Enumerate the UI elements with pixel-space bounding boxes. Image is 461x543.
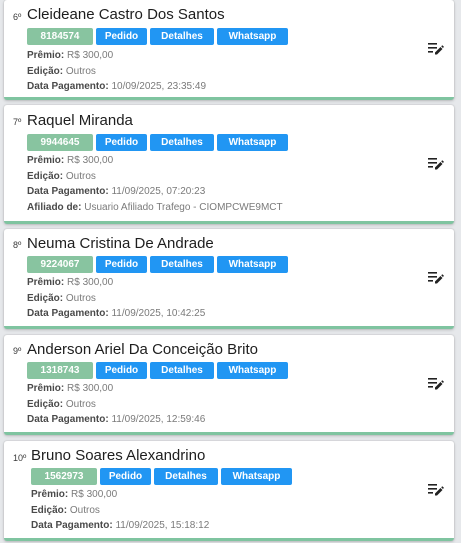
winner-info: Prêmio: R$ 300,00 Edição: Outros Data Pa…	[27, 381, 205, 428]
rank-label: 6º	[13, 12, 22, 22]
edicao-row: Edição: Outros	[31, 503, 209, 519]
detalhes-button[interactable]: Detalhes	[150, 134, 214, 151]
data-pagamento-value: 11/09/2025, 07:20:23	[111, 186, 206, 197]
rank-label: 10º	[13, 453, 27, 463]
order-code-badge: 8184574	[27, 28, 93, 45]
data-pagamento-row: Data Pagamento: 11/09/2025, 15:18:12	[31, 518, 209, 534]
premio-value: R$ 300,00	[67, 383, 114, 394]
detalhes-button[interactable]: Detalhes	[150, 362, 214, 379]
data-pagamento-row: Data Pagamento: 11/09/2025, 07:20:23	[27, 184, 283, 200]
winner-name: Cleideane Castro Dos Santos	[27, 6, 225, 23]
whatsapp-button[interactable]: Whatsapp	[217, 256, 288, 273]
premio-value: R$ 300,00	[71, 489, 118, 500]
edicao-value: Outros	[65, 65, 96, 77]
premio-label: Prêmio:	[27, 277, 65, 288]
edit-icon[interactable]	[428, 483, 444, 497]
winner-name: Bruno Soares Alexandrino	[31, 447, 206, 464]
premio-row: Prêmio: R$ 300,00	[27, 381, 205, 397]
edicao-label: Edição:	[31, 504, 68, 516]
data-pagamento-row: Data Pagamento: 10/09/2025, 23:35:49	[27, 79, 206, 95]
edicao-label: Edição:	[27, 65, 64, 77]
premio-label: Prêmio:	[27, 155, 65, 166]
edit-icon[interactable]	[428, 377, 444, 391]
edicao-label: Edição:	[27, 170, 64, 182]
edicao-row: Edição: Outros	[27, 397, 205, 413]
premio-row: Prêmio: R$ 300,00	[27, 48, 206, 64]
data-pagamento-label: Data Pagamento:	[27, 414, 109, 425]
winner-name: Raquel Miranda	[27, 112, 133, 129]
data-pagamento-value: 11/09/2025, 12:59:46	[111, 414, 206, 425]
premio-value: R$ 300,00	[67, 50, 114, 61]
data-pagamento-value: 11/09/2025, 15:18:12	[115, 520, 210, 531]
action-row: 1562973 Pedido Detalhes Whatsapp	[31, 468, 292, 485]
winner-name: Anderson Ariel Da Conceição Brito	[27, 341, 258, 358]
pedido-button[interactable]: Pedido	[96, 134, 147, 151]
rank-label: 7º	[13, 117, 22, 127]
data-pagamento-label: Data Pagamento:	[27, 308, 109, 319]
winner-card: 7º Raquel Miranda 9944645 Pedido Detalhe…	[4, 105, 454, 224]
winner-card: 10º Bruno Soares Alexandrino 1562973 Ped…	[4, 441, 454, 541]
data-pagamento-row: Data Pagamento: 11/09/2025, 12:59:46	[27, 412, 205, 428]
edicao-value: Outros	[65, 170, 96, 182]
pedido-button[interactable]: Pedido	[96, 362, 147, 379]
data-pagamento-label: Data Pagamento:	[27, 81, 109, 92]
premio-label: Prêmio:	[31, 489, 69, 500]
pedido-button[interactable]: Pedido	[96, 28, 147, 45]
premio-value: R$ 300,00	[67, 277, 114, 288]
winner-card: 6º Cleideane Castro Dos Santos 8184574 P…	[4, 0, 454, 100]
winner-card: 9º Anderson Ariel Da Conceição Brito 131…	[4, 335, 454, 435]
order-code-badge: 1318743	[27, 362, 93, 379]
winner-info: Prêmio: R$ 300,00 Edição: Outros Data Pa…	[31, 487, 209, 534]
data-pagamento-row: Data Pagamento: 11/09/2025, 10:42:25	[27, 306, 205, 322]
edicao-label: Edição:	[27, 292, 64, 304]
premio-row: Prêmio: R$ 300,00	[31, 487, 209, 503]
order-code-badge: 1562973	[31, 468, 97, 485]
data-pagamento-value: 11/09/2025, 10:42:25	[111, 308, 206, 319]
edicao-value: Outros	[65, 398, 96, 410]
whatsapp-button[interactable]: Whatsapp	[217, 362, 288, 379]
winner-info: Prêmio: R$ 300,00 Edição: Outros Data Pa…	[27, 153, 283, 215]
winner-card: 8º Neuma Cristina De Andrade 9224067 Ped…	[4, 229, 454, 329]
data-pagamento-value: 10/09/2025, 23:35:49	[111, 81, 206, 92]
edit-icon[interactable]	[428, 42, 444, 56]
action-row: 8184574 Pedido Detalhes Whatsapp	[27, 28, 288, 45]
action-row: 9944645 Pedido Detalhes Whatsapp	[27, 134, 288, 151]
edicao-value: Outros	[65, 292, 96, 304]
premio-value: R$ 300,00	[67, 155, 114, 166]
edicao-label: Edição:	[27, 398, 64, 410]
data-pagamento-label: Data Pagamento:	[31, 520, 113, 531]
afiliado-value: Usuario Afiliado Trafego - CIOMPCWE9MCT	[84, 201, 283, 213]
premio-row: Prêmio: R$ 300,00	[27, 275, 205, 291]
detalhes-button[interactable]: Detalhes	[154, 468, 218, 485]
premio-label: Prêmio:	[27, 50, 65, 61]
edicao-row: Edição: Outros	[27, 64, 206, 80]
edicao-value: Outros	[69, 504, 100, 516]
premio-label: Prêmio:	[27, 383, 65, 394]
whatsapp-button[interactable]: Whatsapp	[217, 28, 288, 45]
winner-name: Neuma Cristina De Andrade	[27, 235, 214, 252]
pedido-button[interactable]: Pedido	[100, 468, 151, 485]
action-row: 9224067 Pedido Detalhes Whatsapp	[27, 256, 288, 273]
afiliado-label: Afiliado de:	[27, 201, 82, 213]
order-code-badge: 9944645	[27, 134, 93, 151]
detalhes-button[interactable]: Detalhes	[150, 28, 214, 45]
whatsapp-button[interactable]: Whatsapp	[217, 134, 288, 151]
rank-label: 8º	[13, 240, 22, 250]
pedido-button[interactable]: Pedido	[96, 256, 147, 273]
whatsapp-button[interactable]: Whatsapp	[221, 468, 292, 485]
edicao-row: Edição: Outros	[27, 291, 205, 307]
edit-icon[interactable]	[428, 271, 444, 285]
winner-info: Prêmio: R$ 300,00 Edição: Outros Data Pa…	[27, 48, 206, 95]
rank-label: 9º	[13, 346, 22, 356]
premio-row: Prêmio: R$ 300,00	[27, 153, 283, 169]
edicao-row: Edição: Outros	[27, 169, 283, 185]
order-code-badge: 9224067	[27, 256, 93, 273]
winner-info: Prêmio: R$ 300,00 Edição: Outros Data Pa…	[27, 275, 205, 322]
detalhes-button[interactable]: Detalhes	[150, 256, 214, 273]
afiliado-row: Afiliado de: Usuario Afiliado Trafego - …	[27, 200, 283, 216]
action-row: 1318743 Pedido Detalhes Whatsapp	[27, 362, 288, 379]
edit-icon[interactable]	[428, 157, 444, 171]
data-pagamento-label: Data Pagamento:	[27, 186, 109, 197]
